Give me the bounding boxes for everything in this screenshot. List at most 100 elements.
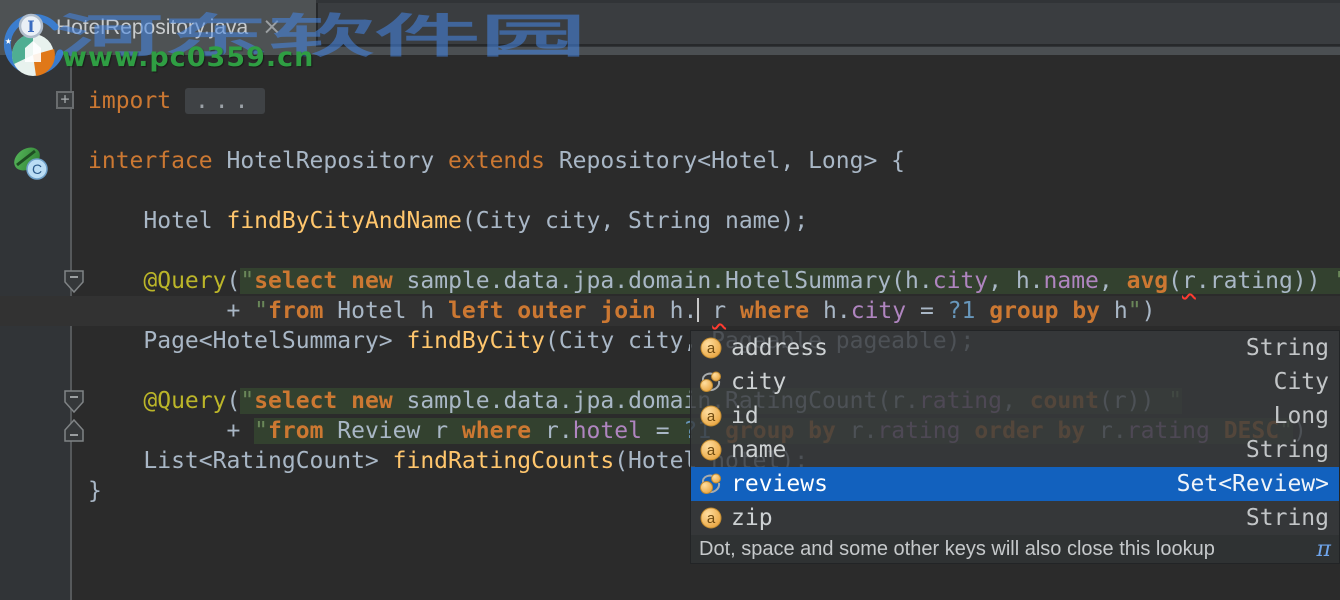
completion-item-address[interactable]: aaddressString <box>691 331 1339 365</box>
completion-item-reviews[interactable]: reviews Set<Review> <box>691 467 1339 501</box>
code-token: where <box>740 298 809 324</box>
code-line[interactable] <box>0 236 1340 266</box>
code-token: import <box>88 88 171 114</box>
completion-item-type: Long <box>1274 403 1329 429</box>
code-token: ) <box>1142 298 1156 324</box>
code-token: Hotel h <box>323 298 448 324</box>
code-token: h. <box>809 298 851 324</box>
completion-hint-text: Dot, space and some other keys will also… <box>699 538 1215 561</box>
code-token: extends <box>448 148 545 174</box>
code-token: " <box>240 388 254 414</box>
completion-item-city[interactable]: city City <box>691 365 1339 399</box>
code-token: ( <box>1168 268 1182 294</box>
jpa-relationship-icon <box>699 370 723 394</box>
completion-popup: aaddressStringcityCityaidLonganameString… <box>690 330 1340 564</box>
code-token: } <box>88 478 102 504</box>
jpa-relationship-icon <box>699 472 723 496</box>
code-token: new <box>351 388 393 414</box>
code-token: , h. <box>988 268 1043 294</box>
code-token <box>975 298 989 324</box>
code-token: List<RatingCount> <box>143 448 392 474</box>
completion-item-label: reviews <box>731 471 828 497</box>
code-token: HotelRepository <box>213 148 448 174</box>
code-token: city <box>851 298 906 324</box>
code-token: city <box>933 268 988 294</box>
completion-item-type: Set<Review> <box>1177 471 1329 497</box>
code-token: select <box>254 268 337 294</box>
tab-title: HotelRepository.java <box>56 16 248 40</box>
code-token: r <box>1182 268 1196 294</box>
completion-item-type: String <box>1246 437 1329 463</box>
pi-symbol-icon: π <box>1317 537 1331 562</box>
code-token: ( <box>226 268 240 294</box>
code-token <box>1058 298 1072 324</box>
completion-item-zip[interactable]: azipString <box>691 501 1339 535</box>
code-token: Review r <box>323 418 461 444</box>
completion-item-label: zip <box>731 505 773 531</box>
code-token: avg <box>1127 268 1169 294</box>
code-token: h. <box>656 298 698 324</box>
tab-hotelrepository[interactable]: HotelRepository.java × <box>0 0 316 55</box>
code-line[interactable]: @Query("select new sample.data.jpa.domai… <box>0 266 1340 296</box>
code-token: , <box>1099 268 1127 294</box>
code-token: " <box>254 298 268 324</box>
code-token: Page<HotelSummary> <box>143 328 406 354</box>
code-token: " <box>240 268 254 294</box>
code-token: Hotel <box>143 208 226 234</box>
code-line[interactable]: import ... <box>0 86 1340 116</box>
code-token: (City city, String name); <box>462 208 808 234</box>
code-token <box>587 298 601 324</box>
jpa-attribute-icon: a <box>699 404 723 428</box>
code-token: hotel <box>573 418 642 444</box>
code-line[interactable]: interface HotelRepository extends Reposi… <box>0 146 1340 176</box>
code-line[interactable]: Hotel findByCityAndName(City city, Strin… <box>0 206 1340 236</box>
folded-imports-placeholder[interactable]: ... <box>185 88 265 114</box>
code-token <box>726 298 740 324</box>
editor-tab-bar: HotelRepository.java × <box>0 0 1340 55</box>
code-token: = <box>906 298 948 324</box>
code-token: + <box>226 418 254 444</box>
completion-item-name[interactable]: anameString <box>691 433 1339 467</box>
completion-item-id[interactable]: aid Long <box>691 399 1339 433</box>
svg-text:a: a <box>707 408 716 425</box>
completion-item-label: id <box>731 403 759 429</box>
code-token <box>337 388 351 414</box>
code-line-caret[interactable]: + "from Hotel h left outer join h. r whe… <box>0 296 1340 326</box>
code-token: findByCity <box>406 328 544 354</box>
code-token: @Query <box>143 268 226 294</box>
code-token: Repository<Hotel, Long> { <box>545 148 905 174</box>
code-token: select <box>254 388 337 414</box>
code-token <box>171 88 185 114</box>
jpa-attribute-icon: a <box>699 336 723 360</box>
completion-item-type: City <box>1274 369 1329 395</box>
code-token: " <box>1128 298 1142 324</box>
code-token: h <box>1100 298 1128 324</box>
code-token: name <box>1044 268 1099 294</box>
completion-hint: Dot, space and some other keys will also… <box>691 535 1339 563</box>
tab-bar-empty-area <box>316 3 1340 46</box>
code-token <box>337 268 351 294</box>
code-token: findByCityAndName <box>226 208 461 234</box>
code-token: ?1 <box>948 298 976 324</box>
code-token: from <box>268 418 323 444</box>
code-token <box>503 298 517 324</box>
completion-item-label: city <box>731 369 786 395</box>
code-line[interactable] <box>0 176 1340 206</box>
jpa-attribute-icon: a <box>699 506 723 530</box>
svg-text:a: a <box>707 340 716 357</box>
code-token: join <box>600 298 655 324</box>
code-token: interface <box>88 148 213 174</box>
code-token: @Query <box>143 388 226 414</box>
code-token: where <box>462 418 531 444</box>
code-token: by <box>1072 298 1100 324</box>
code-token: ( <box>226 388 240 414</box>
code-token: r <box>712 298 726 324</box>
code-token: .rating)) <box>1196 268 1334 294</box>
code-token: group <box>989 298 1058 324</box>
code-token: outer <box>517 298 586 324</box>
code-token: " <box>254 418 268 444</box>
tab-close-icon[interactable]: × <box>262 16 281 39</box>
code-line[interactable] <box>0 116 1340 146</box>
completion-item-label: name <box>731 437 786 463</box>
code-token: new <box>351 268 393 294</box>
